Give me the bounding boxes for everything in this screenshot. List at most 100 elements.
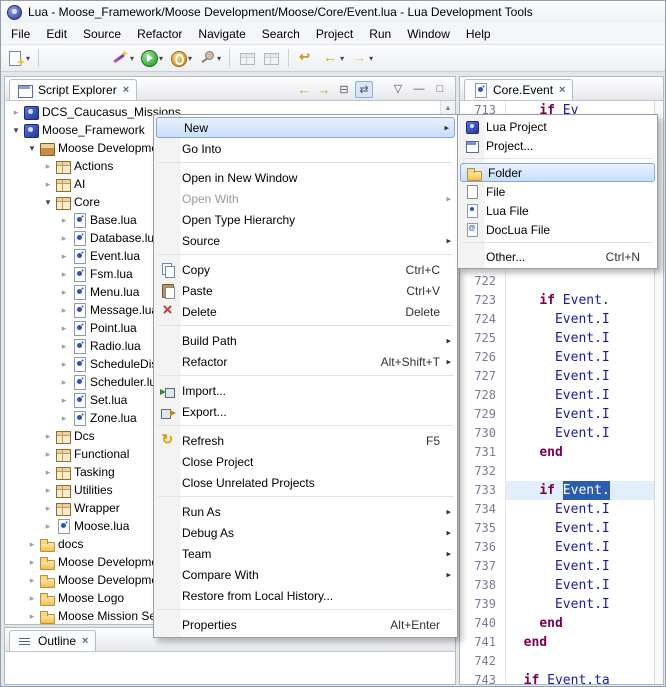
code-line[interactable]: Event.I xyxy=(506,595,654,614)
tree-expanded-arrow-icon[interactable]: ▾ xyxy=(9,125,23,136)
dropdown-caret-icon[interactable]: ▾ xyxy=(340,54,344,63)
tree-collapsed-arrow-icon[interactable]: ▸ xyxy=(25,557,39,568)
tree-collapsed-arrow-icon[interactable]: ▸ xyxy=(41,503,55,514)
menu-item-debug-as[interactable]: Debug As▸ xyxy=(155,522,456,543)
menu-item-other[interactable]: Other...Ctrl+N xyxy=(459,247,656,266)
coverage-button[interactable]: ▾ xyxy=(167,47,194,70)
tree-collapsed-arrow-icon[interactable]: ▸ xyxy=(41,449,55,460)
menu-item-doclua-file[interactable]: DocLua File xyxy=(459,220,656,239)
titlebar[interactable]: Lua - Moose_Framework/Moose Development/… xyxy=(1,1,665,23)
close-icon[interactable]: × xyxy=(559,84,565,96)
code-line[interactable] xyxy=(506,652,654,671)
menu-item-lua-file[interactable]: Lua File xyxy=(459,201,656,220)
tab-outline[interactable]: Outline × xyxy=(9,630,96,651)
tree-collapsed-arrow-icon[interactable]: ▸ xyxy=(25,575,39,586)
run-button[interactable]: ▾ xyxy=(138,47,165,70)
code-line[interactable]: Event.I xyxy=(506,538,654,557)
menu-item-close-project[interactable]: Close Project xyxy=(155,451,456,472)
dropdown-caret-icon[interactable]: ▾ xyxy=(217,54,221,63)
tree-collapsed-arrow-icon[interactable]: ▸ xyxy=(25,611,39,622)
tree-collapsed-arrow-icon[interactable]: ▸ xyxy=(57,413,71,424)
code-line[interactable]: Event.I xyxy=(506,519,654,538)
menu-item-go-into[interactable]: Go Into xyxy=(155,138,456,159)
dropdown-caret-icon[interactable]: ▾ xyxy=(26,54,30,63)
tree-collapsed-arrow-icon[interactable]: ▸ xyxy=(41,485,55,496)
menu-item-refresh[interactable]: RefreshF5 xyxy=(155,430,456,451)
menu-item-build-path[interactable]: Build Path▸ xyxy=(155,330,456,351)
menu-refactor[interactable]: Refactor xyxy=(129,24,190,44)
menu-edit[interactable]: Edit xyxy=(38,24,75,44)
tree-collapsed-arrow-icon[interactable]: ▸ xyxy=(41,161,55,172)
menu-item-file[interactable]: File xyxy=(459,182,656,201)
tree-collapsed-arrow-icon[interactable]: ▸ xyxy=(57,215,71,226)
menu-item-source[interactable]: Source▸ xyxy=(155,230,456,251)
collapse-all-icon[interactable]: ⊟ xyxy=(335,81,353,98)
menu-item-new[interactable]: New▸ xyxy=(156,117,455,138)
menu-item-lua-project[interactable]: Lua Project xyxy=(459,117,656,136)
code-line[interactable]: Event.I xyxy=(506,424,654,443)
menu-item-properties[interactable]: PropertiesAlt+Enter xyxy=(155,614,456,635)
code-line[interactable]: Event.I xyxy=(506,386,654,405)
menu-window[interactable]: Window xyxy=(399,24,458,44)
tree-collapsed-arrow-icon[interactable]: ▸ xyxy=(57,269,71,280)
dropdown-caret-icon[interactable]: ▾ xyxy=(369,54,373,63)
menu-item-project[interactable]: Project... xyxy=(459,136,656,155)
code-line[interactable]: Event.I xyxy=(506,500,654,519)
code-line[interactable]: end xyxy=(506,633,654,652)
minimize-icon[interactable]: — xyxy=(410,80,428,97)
menu-item-import[interactable]: Import... xyxy=(155,380,456,401)
tree-collapsed-arrow-icon[interactable]: ▸ xyxy=(57,395,71,406)
code-line[interactable]: Event.I xyxy=(506,367,654,386)
dropdown-caret-icon[interactable]: ▾ xyxy=(188,54,192,63)
tree-collapsed-arrow-icon[interactable]: ▸ xyxy=(57,359,71,370)
code-line[interactable]: Event.I xyxy=(506,348,654,367)
back-history-button[interactable]: ▾ xyxy=(319,47,346,70)
tree-collapsed-arrow-icon[interactable]: ▸ xyxy=(57,233,71,244)
new-wizard-button[interactable]: ▾ xyxy=(5,47,32,70)
code-line[interactable] xyxy=(506,462,654,481)
tree-collapsed-arrow-icon[interactable]: ▸ xyxy=(9,107,23,118)
menu-item-delete[interactable]: DeleteDelete xyxy=(155,301,456,322)
menu-item-team[interactable]: Team▸ xyxy=(155,543,456,564)
code-line[interactable]: if Event.ta xyxy=(506,671,654,684)
back-history-icon[interactable]: ← xyxy=(295,81,313,98)
maximize-icon[interactable]: □ xyxy=(431,80,449,97)
code-line[interactable]: Event.I xyxy=(506,310,654,329)
menu-file[interactable]: File xyxy=(3,24,38,44)
menu-item-compare-with[interactable]: Compare With▸ xyxy=(155,564,456,585)
tree-collapsed-arrow-icon[interactable]: ▸ xyxy=(57,377,71,388)
dropdown-caret-icon[interactable]: ▾ xyxy=(130,54,134,63)
code-line[interactable]: if Event. xyxy=(506,291,654,310)
code-line[interactable]: Event.I xyxy=(506,405,654,424)
code-line[interactable]: end xyxy=(506,614,654,633)
tree-collapsed-arrow-icon[interactable]: ▸ xyxy=(57,341,71,352)
close-icon[interactable]: × xyxy=(82,635,88,647)
code-line[interactable]: Event.I xyxy=(506,557,654,576)
menu-item-copy[interactable]: CopyCtrl+C xyxy=(155,259,456,280)
menu-item-open-with[interactable]: Open With▸ xyxy=(155,188,456,209)
tree-collapsed-arrow-icon[interactable]: ▸ xyxy=(41,521,55,532)
menu-item-restore-from-local-history[interactable]: Restore from Local History... xyxy=(155,585,456,606)
code-line[interactable]: Event.I xyxy=(506,576,654,595)
view-menu-icon[interactable]: ▽ xyxy=(389,80,407,97)
menu-navigate[interactable]: Navigate xyxy=(190,24,253,44)
tree-expanded-arrow-icon[interactable]: ▾ xyxy=(25,143,39,154)
link-with-editor-icon[interactable]: ⇄ xyxy=(355,81,373,98)
tree-collapsed-arrow-icon[interactable]: ▸ xyxy=(25,539,39,550)
menu-item-paste[interactable]: PasteCtrl+V xyxy=(155,280,456,301)
tree-collapsed-arrow-icon[interactable]: ▸ xyxy=(41,431,55,442)
table-1-button[interactable] xyxy=(236,47,258,70)
code-line[interactable]: end xyxy=(506,443,654,462)
menu-run[interactable]: Run xyxy=(361,24,399,44)
menu-item-close-unrelated-projects[interactable]: Close Unrelated Projects xyxy=(155,472,456,493)
tab-core-event[interactable]: Core.Event × xyxy=(464,79,573,100)
tree-collapsed-arrow-icon[interactable]: ▸ xyxy=(57,323,71,334)
pin-button[interactable]: ▾ xyxy=(196,47,223,70)
menu-item-export[interactable]: Export... xyxy=(155,401,456,422)
code-line[interactable]: Event.I xyxy=(506,329,654,348)
tree-expanded-arrow-icon[interactable]: ▾ xyxy=(41,197,55,208)
close-icon[interactable]: × xyxy=(123,84,129,96)
tab-script-explorer[interactable]: Script Explorer × xyxy=(9,79,137,100)
menu-help[interactable]: Help xyxy=(458,24,499,44)
code-line[interactable]: if Event. xyxy=(506,481,654,500)
